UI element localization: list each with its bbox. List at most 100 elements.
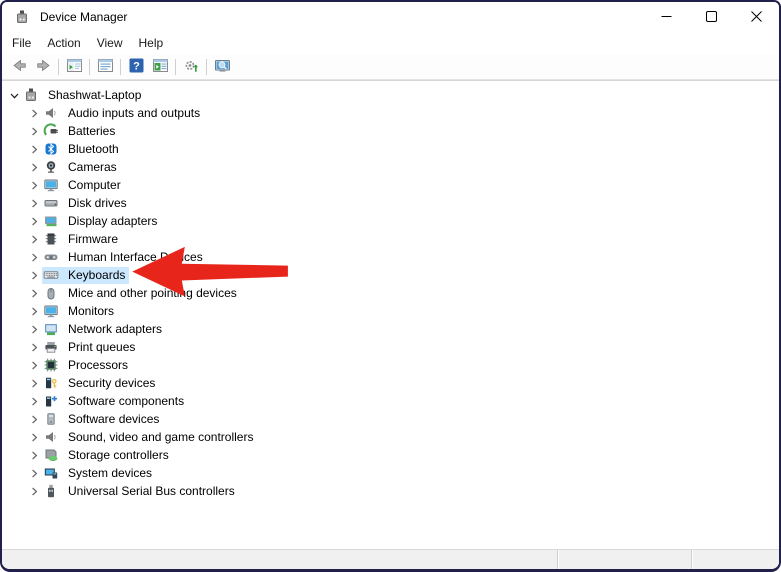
svg-text:?: ? (133, 60, 140, 72)
tree-item-content: Computer (42, 177, 125, 194)
tree-item-software-components[interactable]: Software components (2, 392, 779, 410)
tree-item-content: Human Interface Devices (42, 249, 207, 266)
toolbar-separator (206, 58, 207, 75)
tree-item-label: Storage controllers (68, 448, 169, 462)
minimize-button[interactable] (644, 2, 689, 32)
chevron-right-icon[interactable] (26, 231, 42, 247)
chevron-right-icon[interactable] (26, 357, 42, 373)
monitor-icon (43, 177, 59, 193)
tree-item-label: Human Interface Devices (68, 250, 203, 264)
maximize-button[interactable] (689, 2, 734, 32)
menu-help[interactable]: Help (131, 33, 172, 53)
tree-item-display-adapters[interactable]: Display adapters (2, 212, 779, 230)
forward-arrow-icon (35, 57, 52, 77)
titlebar: Device Manager (2, 2, 779, 32)
properties-window-button[interactable] (93, 56, 117, 78)
tree-item-print-queues[interactable]: Print queues (2, 338, 779, 356)
window-play-button[interactable] (148, 56, 172, 78)
back-arrow-button[interactable] (7, 56, 31, 78)
tree-item-storage-controllers[interactable]: Storage controllers (2, 446, 779, 464)
tree-item-content: System devices (42, 465, 156, 482)
chevron-right-icon[interactable] (26, 267, 42, 283)
tree-item-sound-video-and-game-controllers[interactable]: Sound, video and game controllers (2, 428, 779, 446)
help-question-button[interactable]: ? (124, 56, 148, 78)
chevron-right-icon[interactable] (26, 123, 42, 139)
chevron-right-icon[interactable] (26, 483, 42, 499)
chevron-right-icon[interactable] (26, 159, 42, 175)
tree-item-label: Computer (68, 178, 121, 192)
console-tree-window-icon (66, 57, 83, 77)
chevron-right-icon[interactable] (26, 141, 42, 157)
software-device-icon (43, 411, 59, 427)
tree-item-human-interface-devices[interactable]: Human Interface Devices (2, 248, 779, 266)
software-component-icon (43, 393, 59, 409)
chevron-right-icon[interactable] (26, 177, 42, 193)
tree-item-software-devices[interactable]: Software devices (2, 410, 779, 428)
properties-window-icon (97, 57, 114, 77)
chevron-right-icon[interactable] (26, 195, 42, 211)
system-device-icon (43, 465, 59, 481)
menu-view[interactable]: View (89, 33, 131, 53)
tree-item-processors[interactable]: Processors (2, 356, 779, 374)
tree-item-label: Print queues (68, 340, 136, 354)
tree-item-system-devices[interactable]: System devices (2, 464, 779, 482)
statusbar-section (692, 550, 779, 569)
tree-item-security-devices[interactable]: Security devices (2, 374, 779, 392)
chevron-right-icon[interactable] (26, 213, 42, 229)
console-tree-window-button[interactable] (62, 56, 86, 78)
chevron-right-icon[interactable] (26, 105, 42, 121)
chevron-right-icon[interactable] (26, 447, 42, 463)
tree-item-batteries[interactable]: Batteries (2, 122, 779, 140)
forward-arrow-button[interactable] (31, 56, 55, 78)
chevron-right-icon[interactable] (26, 411, 42, 427)
chevron-right-icon[interactable] (26, 375, 42, 391)
tree-item-content: Display adapters (42, 213, 161, 230)
tree-item-label: Sound, video and game controllers (68, 430, 254, 444)
menu-file[interactable]: File (4, 33, 39, 53)
tree-item-computer[interactable]: Computer (2, 176, 779, 194)
tree-item-content: Cameras (42, 159, 121, 176)
tree-item-content: Mice and other pointing devices (42, 285, 241, 302)
tree-item-monitors[interactable]: Monitors (2, 302, 779, 320)
chevron-right-icon[interactable] (26, 303, 42, 319)
tree-item-content: Software components (42, 393, 188, 410)
gear-green-arrow-button[interactable] (179, 56, 203, 78)
chevron-right-icon[interactable] (26, 285, 42, 301)
monitor-magnifier-button[interactable] (210, 56, 234, 78)
chevron-right-icon[interactable] (26, 321, 42, 337)
gamepad-icon (43, 249, 59, 265)
window-controls (644, 2, 779, 32)
help-question-icon: ? (128, 57, 145, 77)
chevron-right-icon[interactable] (26, 465, 42, 481)
chevron-right-icon[interactable] (26, 429, 42, 445)
close-button[interactable] (734, 2, 779, 32)
chevron-right-icon[interactable] (26, 339, 42, 355)
window-play-icon (152, 57, 169, 77)
tree-item-firmware[interactable]: Firmware (2, 230, 779, 248)
storage-controller-icon (43, 447, 59, 463)
toolbar-separator (89, 58, 90, 75)
tree-item-keyboards[interactable]: Keyboards (2, 266, 779, 284)
menu-action[interactable]: Action (39, 33, 88, 53)
toolbar: ? (2, 54, 779, 80)
chevron-down-icon[interactable] (6, 87, 22, 103)
speaker-icon (43, 105, 59, 121)
tree-item-audio-inputs-and-outputs[interactable]: Audio inputs and outputs (2, 104, 779, 122)
device-manager-icon (14, 9, 30, 25)
maximize-icon (706, 10, 717, 25)
menu-bar: File Action View Help (2, 32, 779, 54)
chevron-right-icon[interactable] (26, 393, 42, 409)
tree-item-network-adapters[interactable]: Network adapters (2, 320, 779, 338)
tree-item-disk-drives[interactable]: Disk drives (2, 194, 779, 212)
tree-item-content: Shashwat-Laptop (22, 87, 145, 104)
chevron-right-icon[interactable] (26, 249, 42, 265)
tree-item-cameras[interactable]: Cameras (2, 158, 779, 176)
tree-item-shashwat-laptop[interactable]: Shashwat-Laptop (2, 86, 779, 104)
tree-item-mice-and-other-pointing-devices[interactable]: Mice and other pointing devices (2, 284, 779, 302)
tree-item-label: Audio inputs and outputs (68, 106, 201, 120)
tree-item-bluetooth[interactable]: Bluetooth (2, 140, 779, 158)
tree-item-universal-serial-bus-controllers[interactable]: Universal Serial Bus controllers (2, 482, 779, 500)
tree-item-label: Disk drives (68, 196, 127, 210)
display-adapter-icon (43, 213, 59, 229)
tree-item-label: Network adapters (68, 322, 163, 336)
